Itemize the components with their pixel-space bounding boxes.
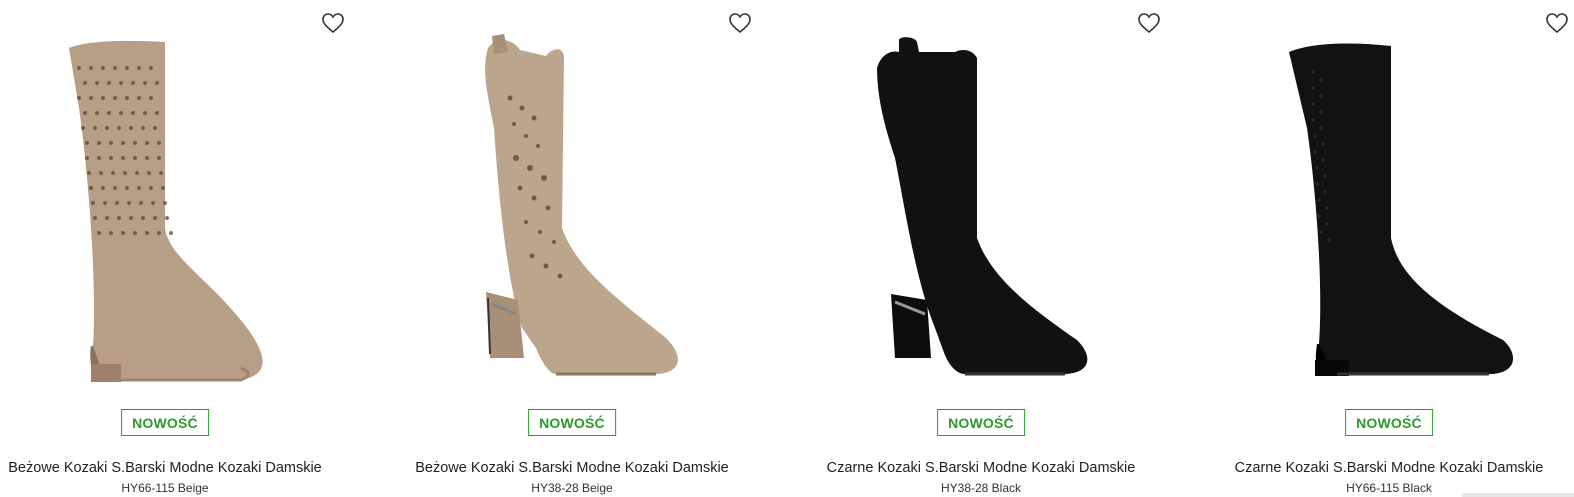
product-card[interactable]: NOWOŚĆ Czarne Kozaki S.Barski Modne Koza… [1203, 0, 1574, 497]
product-title[interactable]: Beżowe Kozaki S.Barski Modne Kozaki Dams… [386, 460, 758, 476]
product-image[interactable] [795, 28, 1167, 392]
product-title[interactable]: Czarne Kozaki S.Barski Modne Kozaki Dams… [1203, 460, 1574, 476]
product-image[interactable] [0, 28, 351, 392]
product-card[interactable]: NOWOŚĆ Beżowe Kozaki S.Barski Modne Koza… [0, 0, 351, 497]
product-sku: HY66-115 Beige [121, 481, 209, 495]
new-badge: NOWOŚĆ [121, 409, 209, 436]
product-sku: HY38-28 Beige [531, 481, 613, 495]
product-image[interactable] [1203, 28, 1574, 392]
product-title[interactable]: Czarne Kozaki S.Barski Modne Kozaki Dams… [795, 460, 1167, 476]
product-card[interactable]: NOWOŚĆ Czarne Kozaki S.Barski Modne Koza… [795, 0, 1167, 497]
new-badge: NOWOŚĆ [528, 409, 616, 436]
wishlist-heart-icon[interactable] [728, 12, 752, 34]
product-image[interactable] [386, 28, 758, 392]
wishlist-heart-icon[interactable] [1137, 12, 1161, 34]
wishlist-heart-icon[interactable] [321, 12, 345, 34]
scroll-shadow [1462, 493, 1574, 497]
product-title[interactable]: Beżowe Kozaki S.Barski Modne Kozaki Dams… [0, 460, 351, 476]
product-sku: HY38-28 Black [940, 481, 1022, 495]
new-badge: NOWOŚĆ [937, 409, 1025, 436]
new-badge: NOWOŚĆ [1345, 409, 1433, 436]
wishlist-heart-icon[interactable] [1545, 12, 1569, 34]
product-card[interactable]: NOWOŚĆ Beżowe Kozaki S.Barski Modne Koza… [386, 0, 758, 497]
product-grid: NOWOŚĆ Beżowe Kozaki S.Barski Modne Koza… [0, 0, 1574, 497]
